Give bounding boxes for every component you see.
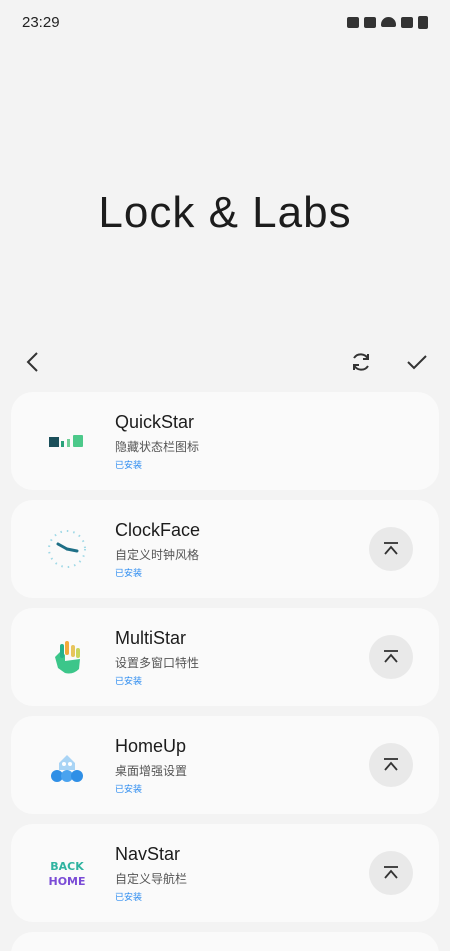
battery-icon (418, 15, 428, 29)
wifi-icon (381, 17, 396, 27)
back-button[interactable] (18, 347, 48, 377)
svg-text:HOME: HOME (48, 875, 85, 888)
pin-to-top-button[interactable] (369, 635, 413, 679)
toolbar (0, 340, 450, 384)
multistar-icon (41, 631, 93, 683)
page-title: Lock & Labs (98, 188, 352, 237)
status-icons (347, 15, 428, 29)
module-card-clockface[interactable]: ClockFace 自定义时钟风格 已安装 (11, 500, 439, 598)
confirm-button[interactable] (402, 347, 432, 377)
signal-icon (401, 16, 413, 28)
module-card-partial[interactable] (11, 932, 439, 951)
mute-icon (364, 16, 376, 28)
refresh-icon (353, 353, 369, 371)
pin-to-top-icon (384, 758, 398, 771)
module-list: QuickStar 隐藏状态栏图标 已安装 ClockFace 自定义时钟风格 … (11, 392, 439, 951)
module-card-homeup[interactable]: HomeUp 桌面增强设置 已安装 (11, 716, 439, 814)
quickstar-icon (41, 415, 93, 467)
homeup-icon (41, 739, 93, 791)
pin-to-top-icon (384, 650, 398, 663)
module-card-quickstar[interactable]: QuickStar 隐藏状态栏图标 已安装 (11, 392, 439, 490)
svg-text:BACK: BACK (50, 860, 84, 873)
module-name: QuickStar (115, 411, 195, 432)
refresh-button[interactable] (346, 347, 376, 377)
notification-icon (347, 16, 359, 28)
module-card-navstar[interactable]: BACK HOME NavStar 自定义导航栏 已安装 (11, 824, 439, 922)
pin-to-top-button[interactable] (369, 743, 413, 787)
navstar-icon: BACK HOME (41, 847, 93, 899)
install-state: 已安装 (115, 459, 143, 470)
status-bar: 23:29 (0, 0, 450, 44)
pin-to-top-icon (384, 542, 398, 555)
check-icon (407, 355, 427, 370)
pin-to-top-icon (384, 866, 398, 879)
pin-to-top-button[interactable] (369, 527, 413, 571)
module-card-multistar[interactable]: MultiStar 设置多窗口特性 已安装 (11, 608, 439, 706)
clockface-icon (41, 523, 93, 575)
pin-to-top-button[interactable] (369, 851, 413, 895)
status-time: 23:29 (22, 13, 60, 31)
module-description: 隐藏状态栏图标 (115, 439, 200, 454)
back-icon (26, 352, 38, 372)
